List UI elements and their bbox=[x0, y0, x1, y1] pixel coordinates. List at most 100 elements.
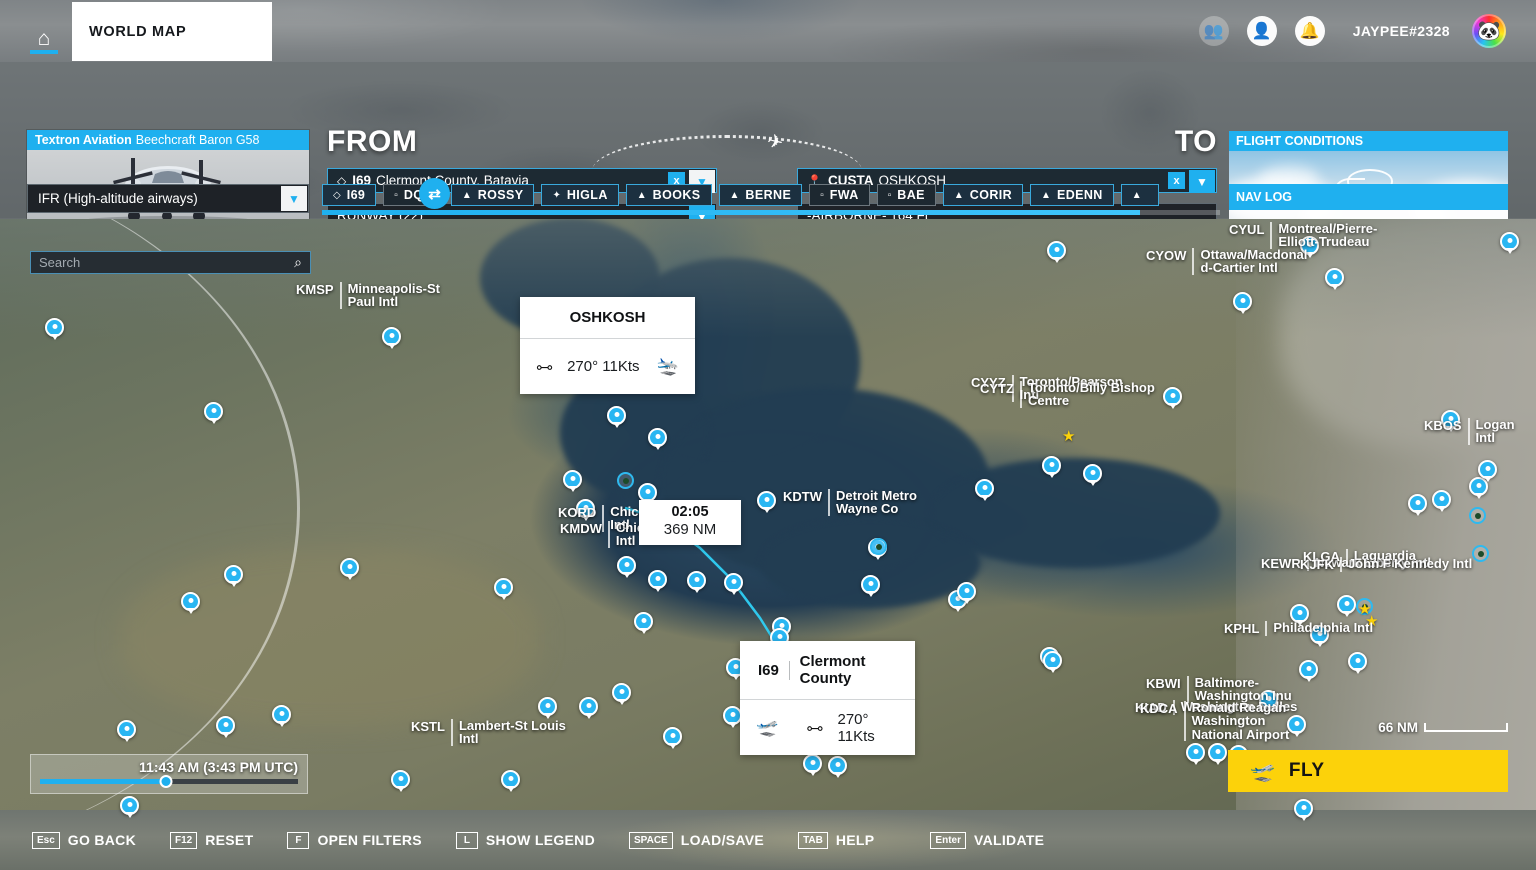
waypoint-chip[interactable]: ▲ EDENN bbox=[1030, 184, 1114, 206]
map-airport-pin[interactable] bbox=[117, 720, 136, 739]
map-airport-pin[interactable] bbox=[663, 727, 682, 746]
avatar[interactable]: 🐼 bbox=[1472, 14, 1506, 48]
map-airport-pin[interactable] bbox=[1299, 660, 1318, 679]
map-airport-pin[interactable] bbox=[975, 479, 994, 498]
map-airport-pin[interactable] bbox=[687, 571, 706, 590]
map-airport-pin[interactable] bbox=[1083, 464, 1102, 483]
map-airport-pin[interactable] bbox=[1186, 743, 1205, 762]
map-vor-marker[interactable] bbox=[617, 472, 634, 489]
departure-tooltip[interactable]: I69 Clermont County 🛫 🜺 270° 11Kts bbox=[740, 641, 915, 755]
map-airport-pin[interactable] bbox=[1337, 595, 1356, 614]
map-airport-pin[interactable] bbox=[563, 470, 582, 489]
time-slider-handle[interactable] bbox=[159, 775, 173, 788]
map-airport-pin[interactable] bbox=[607, 406, 626, 425]
shortcut-label: HELP bbox=[835, 832, 875, 848]
map-airport-pin[interactable] bbox=[204, 402, 223, 421]
map-airport-pin[interactable] bbox=[391, 770, 410, 789]
map-airport-pin[interactable] bbox=[828, 756, 847, 775]
map-airport-pin[interactable] bbox=[1047, 241, 1066, 260]
waypoint-chip[interactable]: ▲ ROSSY bbox=[450, 184, 535, 206]
waypoint-chip[interactable]: ▲ bbox=[1120, 184, 1159, 206]
waypoint-chip[interactable]: ▲ BERNE bbox=[718, 184, 803, 206]
waypoint-chip[interactable]: ▲ CORIR bbox=[942, 184, 1024, 206]
waypoint-chip[interactable]: ▫ FWA bbox=[809, 184, 870, 206]
map-airport-pin[interactable] bbox=[1408, 494, 1427, 513]
map-airport-pin[interactable] bbox=[340, 558, 359, 577]
flight-rules-select[interactable]: IFR (High-altitude airways) ▼ bbox=[27, 184, 309, 213]
map-airport-pin[interactable] bbox=[1500, 232, 1519, 251]
map-airport-pin[interactable] bbox=[494, 578, 513, 597]
map-airport-pin[interactable] bbox=[1233, 292, 1252, 311]
map-airport-pin[interactable] bbox=[634, 612, 653, 631]
shortcut-load-save[interactable]: SPACE LOAD/SAVE bbox=[629, 831, 764, 849]
map-airport-pin[interactable] bbox=[181, 592, 200, 611]
map-airport-pin[interactable] bbox=[224, 565, 243, 584]
fly-button[interactable]: 🛫 FLY bbox=[1228, 750, 1508, 792]
map-airport-pin[interactable] bbox=[612, 683, 631, 702]
shortcut-go-back[interactable]: Esc GO BACK bbox=[32, 831, 136, 849]
map-airport-pin[interactable] bbox=[648, 570, 667, 589]
map-airport-pin[interactable] bbox=[1163, 387, 1182, 406]
windsock-icon: 🜺 bbox=[806, 719, 824, 739]
destination-tooltip[interactable]: OSHKOSH 🜺 270° 11Kts 🛬 bbox=[520, 297, 695, 394]
route-arc-decoration bbox=[592, 135, 862, 171]
aircraft-card-header: Textron Aviation Beechcraft Baron G58 bbox=[27, 130, 309, 150]
map-airport-pin[interactable] bbox=[1042, 456, 1061, 475]
home-tab[interactable]: ⌂ bbox=[18, 14, 70, 62]
waypoint-chip[interactable]: ◇ I69 bbox=[322, 184, 377, 206]
search-box[interactable]: ⌕ bbox=[30, 251, 311, 274]
map-airport-pin[interactable] bbox=[216, 716, 235, 735]
shortcut-key: F12 bbox=[170, 831, 198, 849]
map-airport-pin[interactable] bbox=[1043, 651, 1062, 670]
flight-rules-chevron-down-icon[interactable]: ▼ bbox=[281, 186, 307, 211]
map-airport-pin[interactable] bbox=[861, 575, 880, 594]
shortcut-help[interactable]: TAB HELP bbox=[798, 831, 875, 849]
map-airport-pin[interactable] bbox=[648, 428, 667, 447]
time-of-day-widget[interactable]: 11:43 AM (3:43 PM UTC) bbox=[30, 754, 308, 794]
map-airport-pin[interactable] bbox=[1432, 490, 1451, 509]
poi-star-icon[interactable]: ★ bbox=[1062, 427, 1075, 445]
map-airport-pin[interactable] bbox=[538, 697, 557, 716]
waypoint-chip[interactable]: ▲ BOOKS bbox=[625, 184, 712, 206]
swap-arrows-icon[interactable]: ⇄ bbox=[419, 178, 450, 209]
departure-code: I69 bbox=[758, 661, 779, 679]
map-vor-marker[interactable] bbox=[1469, 507, 1486, 524]
map-airport-pin[interactable] bbox=[1348, 652, 1367, 671]
search-input[interactable] bbox=[39, 255, 295, 270]
map-airport-pin[interactable] bbox=[617, 556, 636, 575]
friends-icon[interactable]: 👥 bbox=[1198, 16, 1229, 46]
map-airport-pin[interactable] bbox=[724, 573, 743, 592]
nav-log-button[interactable]: NAV LOG bbox=[1229, 184, 1508, 210]
map-airport-pin[interactable] bbox=[382, 327, 401, 346]
profile-icon[interactable]: 👤 bbox=[1246, 16, 1277, 46]
waypoint-chip[interactable]: ✦ HIGLA bbox=[541, 184, 619, 206]
map-vor-marker[interactable] bbox=[1472, 545, 1489, 562]
map-airport-pin[interactable] bbox=[120, 796, 139, 815]
map-airport-pin[interactable] bbox=[803, 754, 822, 773]
map-airport-pin[interactable] bbox=[1287, 715, 1306, 734]
map-vor-marker[interactable] bbox=[870, 538, 887, 555]
map-airport-pin[interactable] bbox=[579, 697, 598, 716]
shortcut-open-filters[interactable]: F OPEN FILTERS bbox=[287, 831, 422, 849]
map-airport-pin[interactable] bbox=[272, 705, 291, 724]
map-airport-pin[interactable] bbox=[757, 491, 776, 510]
map-airport-pin[interactable] bbox=[1208, 743, 1227, 762]
map-airport-pin[interactable] bbox=[501, 770, 520, 789]
map-airport-pin[interactable] bbox=[1478, 460, 1497, 479]
waypoint-chip[interactable]: ▫ BAE bbox=[876, 184, 936, 206]
avatar-glyph: 🐼 bbox=[1477, 21, 1501, 42]
waypoint-label: FWA bbox=[829, 188, 859, 202]
shortcut-validate[interactable]: Enter VALIDATE bbox=[930, 831, 1044, 849]
time-slider-track[interactable] bbox=[40, 775, 298, 788]
takeoff-icon: 🛫 bbox=[1250, 760, 1275, 783]
map-airport-pin[interactable] bbox=[957, 582, 976, 601]
shortcut-show-legend[interactable]: L SHOW LEGEND bbox=[455, 831, 595, 849]
bell-icon[interactable]: 🔔 bbox=[1294, 16, 1325, 46]
map-airport-pin[interactable] bbox=[45, 318, 64, 337]
tab-world-map[interactable]: WORLD MAP bbox=[72, 2, 272, 61]
map-airport-pin[interactable] bbox=[1325, 268, 1344, 287]
waypoint-ndb-icon: ✦ bbox=[552, 189, 561, 201]
map-airport-pin[interactable] bbox=[1294, 799, 1313, 818]
shortcut-reset[interactable]: F12 RESET bbox=[170, 831, 253, 849]
search-icon[interactable]: ⌕ bbox=[294, 254, 302, 271]
